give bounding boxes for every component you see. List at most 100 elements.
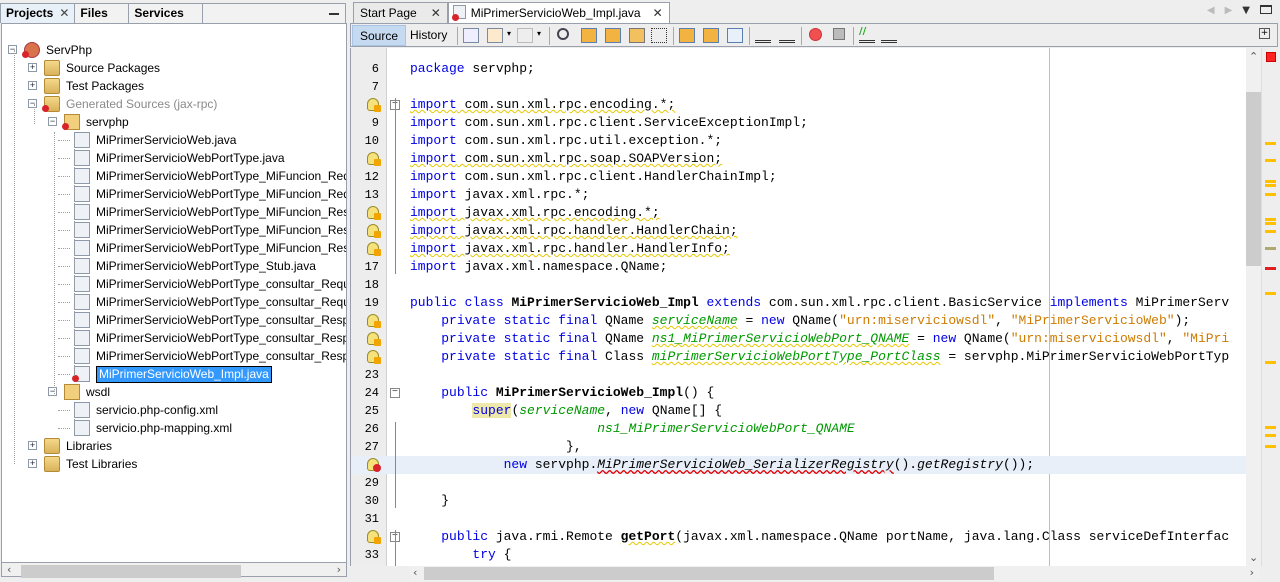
- tree-node[interactable]: servicio.php-config.xml: [2, 401, 342, 419]
- tree-horizontal-scrollbar[interactable]: ‹ ›: [1, 562, 347, 578]
- code-line[interactable]: 7: [351, 78, 1246, 96]
- code-line[interactable]: − public java.rmi.Remote getPort(javax.x…: [351, 528, 1246, 546]
- scroll-tabs-left-icon[interactable]: ◀: [1207, 5, 1215, 16]
- tree-node[interactable]: + Test Libraries: [2, 455, 342, 473]
- editor-horizontal-scrollbar[interactable]: ‹ ›: [410, 566, 1260, 581]
- code-line[interactable]: 10 import com.sun.xml.rpc.util.exception.…: [351, 132, 1246, 150]
- tree-node[interactable]: MiPrimerServicioWeb_Impl.java: [2, 365, 342, 383]
- code-line[interactable]: 18: [351, 276, 1246, 294]
- expand-icon[interactable]: +: [28, 81, 37, 90]
- warning-hint-icon[interactable]: [367, 332, 381, 346]
- scrollbar-thumb[interactable]: [424, 567, 994, 580]
- warning-stripe-mark[interactable]: [1265, 159, 1276, 162]
- collapse-icon[interactable]: −: [8, 45, 17, 54]
- last-edit-icon[interactable]: [463, 28, 479, 43]
- collapse-icon[interactable]: −: [48, 117, 57, 126]
- warning-stripe-mark[interactable]: [1265, 292, 1276, 295]
- scroll-tabs-right-icon[interactable]: ▶: [1225, 5, 1233, 16]
- code-line[interactable]: 26 ns1_MiPrimerServicioWebPort_QNAME: [351, 420, 1246, 438]
- scroll-down-icon[interactable]: ⌄: [1249, 551, 1258, 564]
- code-line[interactable]: private static final Class miPrimerServi…: [351, 348, 1246, 366]
- warning-stripe-mark[interactable]: [1265, 180, 1276, 183]
- error-stripe-mark[interactable]: [1265, 267, 1276, 270]
- shift-right-icon[interactable]: [779, 28, 795, 43]
- code-line[interactable]: 23: [351, 366, 1246, 384]
- warning-hint-icon[interactable]: [367, 530, 381, 544]
- tree-node[interactable]: − servphp: [2, 113, 342, 131]
- comment-icon[interactable]: //: [859, 27, 875, 43]
- tree-node[interactable]: + Test Packages: [2, 77, 342, 95]
- warning-stripe-mark[interactable]: [1265, 222, 1276, 225]
- code-line[interactable]: 29: [351, 474, 1246, 492]
- tree-node[interactable]: − wsdl: [2, 383, 342, 401]
- scrollbar-thumb[interactable]: [1246, 92, 1261, 266]
- code-line[interactable]: 30 }: [351, 492, 1246, 510]
- warning-hint-icon[interactable]: [367, 224, 381, 238]
- tree-node[interactable]: servicio.php-mapping.xml: [2, 419, 342, 437]
- warning-stripe-mark[interactable]: [1265, 193, 1276, 196]
- code-line[interactable]: 6 package servphp;: [351, 60, 1246, 78]
- warning-stripe-mark[interactable]: [1265, 361, 1276, 364]
- code-line[interactable]: 17 import javax.xml.namespace.QName;: [351, 258, 1246, 276]
- tree-node[interactable]: + Libraries: [2, 437, 342, 455]
- back-icon[interactable]: [487, 28, 503, 43]
- back-dropdown-icon[interactable]: ▾: [507, 29, 511, 38]
- toggle-highlight-icon[interactable]: [629, 28, 645, 43]
- tree-node[interactable]: MiPrimerServicioWebPortType_MiFuncion_Re…: [2, 167, 346, 185]
- code-line[interactable]: private static final QName serviceName =…: [351, 312, 1246, 330]
- code-line[interactable]: − import com.sun.xml.rpc.encoding.*;: [351, 96, 1246, 114]
- tree-node[interactable]: MiPrimerServicioWebPortType_consultar_Re…: [2, 329, 346, 347]
- warning-hint-icon[interactable]: [367, 242, 381, 256]
- tree-node[interactable]: − Generated Sources (jax-rpc): [2, 95, 342, 113]
- editor-vertical-scrollbar[interactable]: ⌃ ⌄: [1246, 48, 1261, 566]
- warning-hint-icon[interactable]: [367, 350, 381, 364]
- tree-node[interactable]: MiPrimerServicioWebPortType_MiFuncion_Re…: [2, 221, 346, 239]
- warning-stripe-mark[interactable]: [1265, 184, 1276, 187]
- tree-node[interactable]: MiPrimerServicioWebPortType_consultar_Re…: [2, 311, 346, 329]
- expand-icon[interactable]: +: [28, 63, 37, 72]
- warning-stripe-mark[interactable]: [1265, 434, 1276, 437]
- close-icon[interactable]: ✕: [653, 6, 663, 20]
- code-line[interactable]: private static final QName ns1_MiPrimerS…: [351, 330, 1246, 348]
- warning-hint-icon[interactable]: [367, 152, 381, 166]
- next-bookmark-icon[interactable]: [703, 28, 719, 43]
- warning-stripe-mark[interactable]: [1265, 230, 1276, 233]
- error-stripe[interactable]: [1261, 48, 1278, 566]
- code-editor[interactable]: 6 package servphp; 7− import com.sun.xml.rp…: [350, 48, 1278, 566]
- code-line[interactable]: import com.sun.xml.rpc.soap.SOAPVersion;: [351, 150, 1246, 168]
- code-line[interactable]: 27 },: [351, 438, 1246, 456]
- scroll-right-icon[interactable]: ›: [337, 563, 341, 576]
- find-previous-icon[interactable]: [581, 28, 597, 43]
- warning-stripe-mark[interactable]: [1265, 426, 1276, 429]
- fold-collapse-icon[interactable]: −: [390, 388, 400, 398]
- tab-services[interactable]: Services: [129, 4, 204, 23]
- minimize-icon[interactable]: [329, 13, 339, 15]
- uncomment-icon[interactable]: [881, 28, 897, 43]
- warning-stripe-mark[interactable]: [1265, 218, 1276, 221]
- tree-node[interactable]: MiPrimerServicioWebPortType_MiFuncion_Re…: [2, 185, 346, 203]
- scroll-up-icon[interactable]: ⌃: [1249, 50, 1258, 63]
- stop-macro-icon[interactable]: [833, 28, 845, 40]
- find-next-icon[interactable]: [605, 28, 621, 43]
- rectangular-selection-icon[interactable]: [651, 28, 667, 43]
- history-view-button[interactable]: History: [403, 25, 454, 46]
- code-line[interactable]: 33 try {: [351, 546, 1246, 564]
- tab-projects[interactable]: Projects ✕: [1, 4, 76, 23]
- warning-stripe-mark[interactable]: [1265, 445, 1276, 448]
- error-hint-icon[interactable]: [367, 458, 381, 472]
- expand-icon[interactable]: +: [28, 459, 37, 468]
- split-editor-icon[interactable]: +: [1259, 28, 1270, 39]
- show-opened-documents-icon[interactable]: ▼: [1242, 5, 1250, 16]
- tree-node[interactable]: MiPrimerServicioWebPortType_MiFuncion_Re…: [2, 239, 346, 257]
- error-status-icon[interactable]: [1266, 52, 1276, 62]
- scrollbar-thumb[interactable]: [21, 565, 241, 578]
- collapse-icon[interactable]: −: [48, 387, 57, 396]
- toggle-bookmark-icon[interactable]: [727, 28, 743, 43]
- warning-hint-icon[interactable]: [367, 314, 381, 328]
- code-line[interactable]: 19 public class MiPrimerServicioWeb_Impl …: [351, 294, 1246, 312]
- tree-node[interactable]: MiPrimerServicioWebPortType_Stub.java: [2, 257, 342, 275]
- source-view-button[interactable]: Source: [352, 25, 407, 46]
- other-stripe-mark[interactable]: [1265, 247, 1276, 250]
- tree-node[interactable]: MiPrimerServicioWebPortType_consultar_Re…: [2, 347, 346, 365]
- scroll-left-icon[interactable]: ‹: [7, 563, 11, 576]
